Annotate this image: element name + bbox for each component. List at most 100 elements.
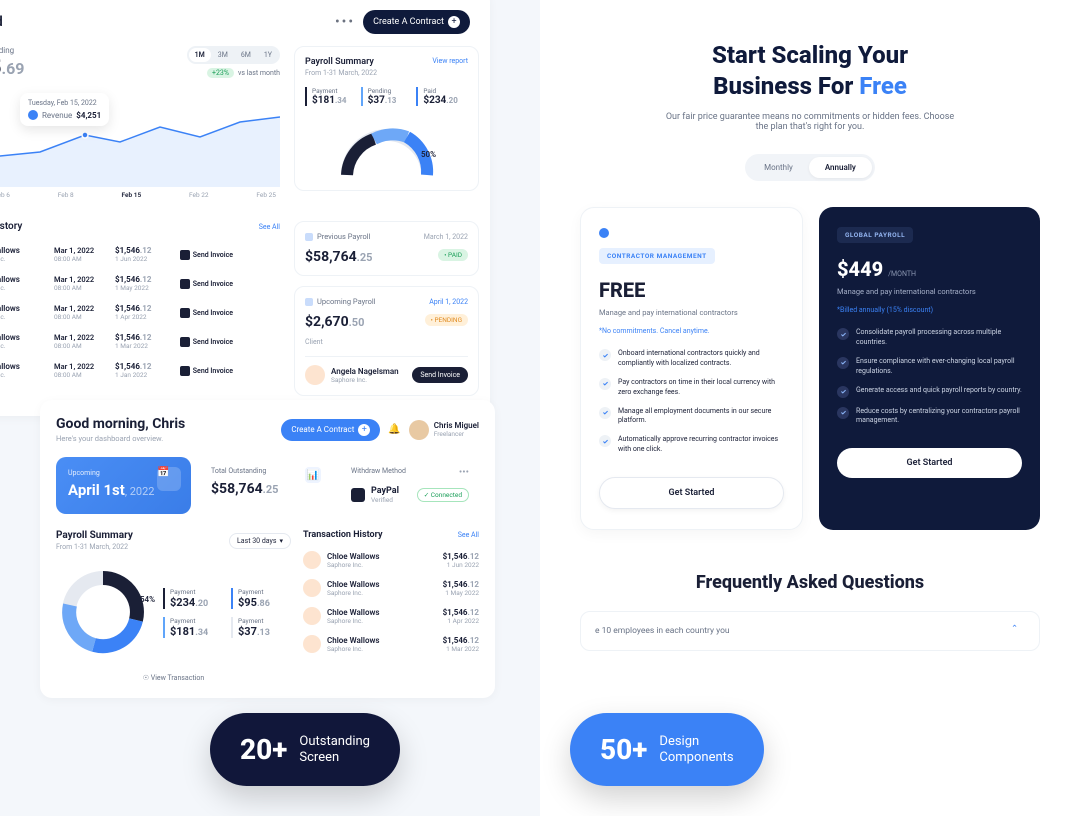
upcoming-card: 📅 Upcoming April 1st, 2022 bbox=[56, 457, 191, 514]
connected-badge: ✓ Connected bbox=[417, 488, 469, 502]
feature-item: Automatically approve recurring contract… bbox=[599, 435, 784, 455]
pricing-title: Start Scaling YourBusiness For Free bbox=[580, 40, 1040, 102]
trend-badge: +23% bbox=[207, 68, 234, 78]
invoice-icon bbox=[180, 337, 190, 347]
send-invoice-button[interactable]: Send Invoice bbox=[412, 367, 468, 383]
tab-1y[interactable]: 1Y bbox=[258, 48, 278, 62]
plan-global-payroll: GLOBAL PAYROLL $449 /MONTH Manage and pa… bbox=[819, 207, 1040, 529]
feature-item: Onboard international contractors quickl… bbox=[599, 349, 784, 369]
bell-icon[interactable]: 🔔 bbox=[388, 424, 400, 435]
avatar bbox=[305, 365, 325, 385]
globe-icon bbox=[599, 228, 609, 238]
plus-icon: + bbox=[448, 16, 460, 28]
bar-icon bbox=[305, 233, 313, 241]
plus-icon: + bbox=[358, 424, 370, 436]
check-icon bbox=[837, 386, 849, 398]
paid-badge: • PAID bbox=[438, 249, 468, 261]
see-all-link[interactable]: See All bbox=[458, 531, 479, 539]
history-row: Wallowse Inc. Mar 1, 202208:00 AM $1,546… bbox=[0, 240, 280, 269]
plan-tag: GLOBAL PAYROLL bbox=[837, 227, 913, 243]
period-tabs[interactable]: 1M 3M 6M 1Y bbox=[187, 46, 280, 64]
toggle-annually[interactable]: Annually bbox=[809, 157, 872, 178]
create-contract-button[interactable]: Create A Contract+ bbox=[281, 419, 380, 441]
history-row: Wallowse Inc. Mar 1, 202208:00 AM $1,546… bbox=[0, 269, 280, 298]
avatar bbox=[303, 607, 321, 625]
plan-price: $449 /MONTH bbox=[837, 257, 1022, 281]
avatar bbox=[303, 551, 321, 569]
send-invoice-button[interactable]: Send Invoice bbox=[171, 366, 233, 376]
see-all-link[interactable]: See All bbox=[259, 223, 280, 231]
user-chip[interactable]: Chris MiguelFreelancer bbox=[409, 420, 479, 440]
more-icon[interactable]: ••• bbox=[335, 14, 355, 30]
x-axis: Feb 6Feb 8Feb 15Feb 22Feb 25 bbox=[0, 191, 280, 199]
more-icon[interactable]: ••• bbox=[459, 467, 469, 478]
invoice-icon bbox=[180, 366, 190, 376]
transaction-row: Chloe WallowsSaphore Inc. $1,546.121 May… bbox=[303, 574, 479, 602]
pricing-section: Start Scaling YourBusiness For Free Our … bbox=[540, 0, 1080, 816]
payroll-summary-card-2: Payroll SummaryFrom 1-31 March, 2022 Las… bbox=[56, 530, 291, 682]
check-icon bbox=[837, 328, 849, 340]
outstanding-label: anding bbox=[0, 46, 24, 55]
feature-item: Manage all employment documents in our s… bbox=[599, 407, 784, 427]
toggle-monthly[interactable]: Monthly bbox=[748, 157, 809, 178]
dot-icon bbox=[28, 110, 38, 120]
transaction-row: Chloe WallowsSaphore Inc. $1,546.121 Apr… bbox=[303, 602, 479, 630]
plan-price: FREE bbox=[599, 278, 784, 302]
create-contract-button[interactable]: Create A Contract+ bbox=[363, 10, 470, 34]
dashboard-title: rd bbox=[0, 14, 3, 30]
invoice-icon bbox=[180, 279, 190, 289]
summary-title: Payroll Summary bbox=[305, 57, 377, 67]
feature-item: Reduce costs by centralizing your contra… bbox=[837, 407, 1022, 427]
avatar bbox=[303, 635, 321, 653]
feature-item: Consolidate payroll processing across mu… bbox=[837, 328, 1022, 348]
chart-icon: 📊 bbox=[305, 467, 321, 483]
transaction-row: Chloe WallowsSaphore Inc. $1,546.121 Jun… bbox=[303, 546, 479, 574]
check-icon bbox=[599, 407, 611, 419]
check-icon bbox=[599, 435, 611, 447]
faq-item[interactable]: e 10 employees in each country you ⌃ bbox=[580, 611, 1040, 651]
trend-row: +23% vs last month bbox=[187, 68, 280, 78]
history-row: Wallowse Inc. Mar 1, 202208:00 AM $1,546… bbox=[0, 356, 280, 385]
stat-pill-components: 50+ DesignComponents bbox=[570, 713, 764, 786]
transaction-row: Chloe WallowsSaphore Inc. $1,546.121 Mar… bbox=[303, 630, 479, 658]
history-row: Wallowse Inc. Mar 1, 202208:00 AM $1,546… bbox=[0, 327, 280, 356]
donut-chart: 50% bbox=[305, 120, 468, 180]
send-invoice-button[interactable]: Send Invoice bbox=[171, 337, 233, 347]
dashboard-top: rd ••• Create A Contract+ anding 5.69 1M… bbox=[0, 0, 490, 416]
tab-1m[interactable]: 1M bbox=[189, 48, 211, 62]
history-title: History bbox=[0, 221, 22, 232]
feature-item: Generate access and quick payroll report… bbox=[837, 386, 1022, 398]
feature-item: Pay contractors on time in their local c… bbox=[599, 378, 784, 398]
check-icon bbox=[837, 357, 849, 369]
range-dropdown[interactable]: Last 30 days ▾ bbox=[229, 533, 291, 549]
view-transaction-link[interactable]: ☉ View Transaction bbox=[56, 674, 291, 682]
invoice-icon bbox=[180, 308, 190, 318]
invoice-icon bbox=[180, 250, 190, 260]
withdraw-card: Withdraw Method••• PayPalVerified ✓ Conn… bbox=[341, 457, 479, 514]
check-icon bbox=[599, 349, 611, 361]
pending-badge: • PENDING bbox=[425, 314, 468, 326]
transaction-history-card: Transaction HistorySee All Chloe Wallows… bbox=[303, 530, 479, 682]
chart-tooltip: Tuesday, Feb 15, 2022 Revenue$4,251 bbox=[20, 93, 109, 126]
billing-toggle[interactable]: Monthly Annually bbox=[745, 154, 875, 181]
previous-payroll-card: Previous PayrollMarch 1, 2022 $58,764.25… bbox=[294, 221, 479, 276]
greeting: Good morning, Chris bbox=[56, 416, 185, 432]
pricing-subtitle: Our fair price guarantee means no commit… bbox=[660, 112, 960, 132]
get-started-button[interactable]: Get Started bbox=[599, 477, 784, 509]
send-invoice-button[interactable]: Send Invoice bbox=[171, 308, 233, 318]
get-started-button[interactable]: Get Started bbox=[837, 448, 1022, 478]
check-icon bbox=[599, 378, 611, 390]
outstanding-value: 5.69 bbox=[0, 55, 24, 79]
tab-6m[interactable]: 6M bbox=[235, 48, 257, 62]
view-report-link[interactable]: View report bbox=[432, 57, 468, 65]
calendar-icon bbox=[305, 298, 313, 306]
check-icon bbox=[837, 407, 849, 419]
avatar bbox=[303, 579, 321, 597]
send-invoice-button[interactable]: Send Invoice bbox=[171, 279, 233, 289]
send-invoice-button[interactable]: Send Invoice bbox=[171, 250, 233, 260]
tab-3m[interactable]: 3M bbox=[212, 48, 234, 62]
upcoming-payroll-card: Upcoming PayrollApril 1, 2022 $2,670.50 … bbox=[294, 286, 479, 396]
chevron-up-icon: ⌃ bbox=[1011, 624, 1025, 638]
feature-item: Ensure compliance with ever-changing loc… bbox=[837, 357, 1022, 377]
outstanding-card: 📊 Total Outstanding $58,764.25 bbox=[201, 457, 331, 514]
